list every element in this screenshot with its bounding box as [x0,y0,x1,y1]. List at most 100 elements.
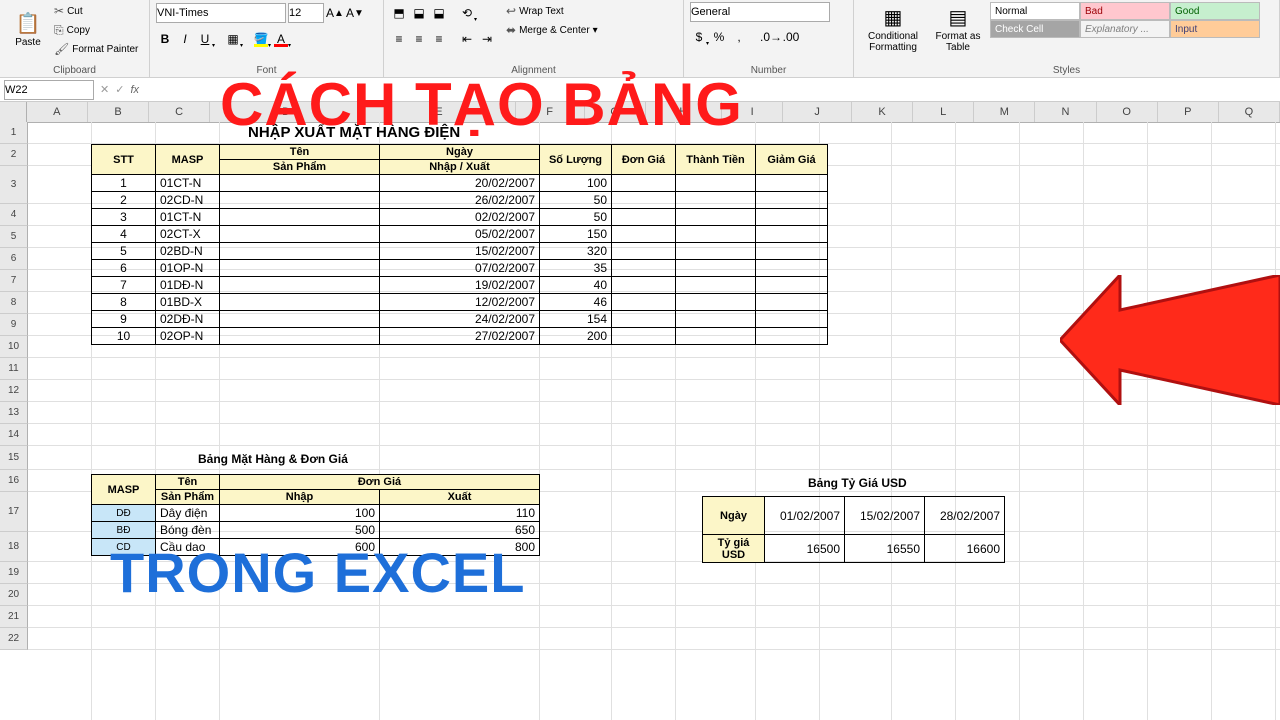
align-bottom-button[interactable]: ⬓ [430,4,448,22]
style-check-cell[interactable]: Check Cell [990,20,1080,38]
cell-thanhtien[interactable] [676,294,756,311]
formula-input[interactable] [145,80,1280,100]
col-header-extra[interactable]: P [1158,102,1219,122]
align-top-button[interactable]: ⬒ [390,4,408,22]
cut-button[interactable]: ✂Cut [54,2,138,20]
decrease-indent-button[interactable]: ⇤ [458,30,476,48]
cell-xuat[interactable]: 650 [380,522,540,539]
cell-giamgia[interactable] [756,294,828,311]
spreadsheet-grid[interactable]: ABCDEFGHIJKLMNOPQ 1234567891011121314151… [0,102,1280,720]
cell-sl[interactable]: 46 [540,294,612,311]
cell-dongia[interactable] [612,311,676,328]
row-header-6[interactable]: 6 [0,248,28,270]
cell-stt[interactable]: 2 [92,192,156,209]
cell-name[interactable]: Dây điện [156,505,220,522]
row-header-16[interactable]: 16 [0,470,28,492]
col-header-E[interactable]: E [363,102,516,122]
cell-giamgia[interactable] [756,311,828,328]
cell-dongia[interactable] [612,192,676,209]
fx-icon[interactable]: fx [130,84,139,96]
cell-ngay[interactable]: 07/02/2007 [380,260,540,277]
cell-code[interactable]: CD [92,539,156,556]
col-header-K[interactable]: K [852,102,913,122]
row-header-1[interactable]: 1 [0,122,28,144]
cell-sl[interactable]: 200 [540,328,612,345]
row-header-11[interactable]: 11 [0,358,28,380]
col-header-J[interactable]: J [783,102,852,122]
cell-xuat[interactable]: 800 [380,539,540,556]
cell-name[interactable]: Bóng đèn [156,522,220,539]
cell-dongia[interactable] [612,209,676,226]
row-header-13[interactable]: 13 [0,402,28,424]
font-size-select[interactable] [288,3,324,23]
cell-stt[interactable]: 6 [92,260,156,277]
increase-font-button[interactable]: A▲ [326,4,344,22]
fill-color-button[interactable]: 🪣▾ [252,30,270,48]
cell-giamgia[interactable] [756,243,828,260]
cell-giamgia[interactable] [756,277,828,294]
cell-ngay[interactable]: 26/02/2007 [380,192,540,209]
row-header-10[interactable]: 10 [0,336,28,358]
row-header-8[interactable]: 8 [0,292,28,314]
cell-giamgia[interactable] [756,209,828,226]
row-header-19[interactable]: 19 [0,562,28,584]
select-all-corner[interactable] [0,102,27,122]
underline-button[interactable]: U▾ [196,30,214,48]
col-header-M[interactable]: M [974,102,1035,122]
bold-button[interactable]: B [156,30,174,48]
cell-stt[interactable]: 3 [92,209,156,226]
cell-sl[interactable]: 35 [540,260,612,277]
cell-sl[interactable]: 50 [540,209,612,226]
cell-code[interactable]: BĐ [92,522,156,539]
conditional-formatting-button[interactable]: ▦ Conditional Formatting [860,2,926,58]
cell-masp[interactable]: 02BD-N [156,243,220,260]
confirm-formula-icon[interactable]: ✓ [115,83,124,96]
row-header-18[interactable]: 18 [0,532,28,562]
cell-ten[interactable] [220,294,380,311]
percent-button[interactable]: % [710,28,728,46]
cell-masp[interactable]: 01CT-N [156,175,220,192]
cell-sl[interactable]: 154 [540,311,612,328]
copy-button[interactable]: ⎘Copy [54,21,138,39]
cell-masp[interactable]: 01BD-X [156,294,220,311]
cell-giamgia[interactable] [756,175,828,192]
cell-ngay[interactable]: 24/02/2007 [380,311,540,328]
col-header-F[interactable]: F [516,102,585,122]
column-headers[interactable]: ABCDEFGHIJKLMNOPQ [0,102,1280,123]
col-header-A[interactable]: A [27,102,88,122]
cell-ten[interactable] [220,311,380,328]
cell-thanhtien[interactable] [676,209,756,226]
cell-thanhtien[interactable] [676,328,756,345]
cell-ngay[interactable]: 05/02/2007 [380,226,540,243]
row-header-7[interactable]: 7 [0,270,28,292]
cell-thanhtien[interactable] [676,226,756,243]
cell-ten[interactable] [220,226,380,243]
col-header-extra[interactable]: O [1097,102,1158,122]
font-color-button[interactable]: A▾ [272,30,290,48]
row-header-2[interactable]: 2 [0,144,28,166]
cell-giamgia[interactable] [756,192,828,209]
align-center-button[interactable]: ≡ [410,30,428,48]
cell-masp[interactable]: 02OP-N [156,328,220,345]
style-normal[interactable]: Normal [990,2,1080,20]
cell-ngay[interactable]: 12/02/2007 [380,294,540,311]
decrease-font-button[interactable]: A▼ [346,4,364,22]
col-header-L[interactable]: L [913,102,974,122]
cell-sl[interactable]: 150 [540,226,612,243]
cell-thanhtien[interactable] [676,175,756,192]
cell-thanhtien[interactable] [676,260,756,277]
row-header-5[interactable]: 5 [0,226,28,248]
decrease-decimal-button[interactable]: .00 [782,28,800,46]
col-header-C[interactable]: C [149,102,210,122]
row-headers[interactable]: 12345678910111213141516171819202122 [0,122,28,650]
cell-ten[interactable] [220,260,380,277]
cell-sl[interactable]: 50 [540,192,612,209]
col-header-G[interactable]: G [585,102,646,122]
cell-nhap[interactable]: 500 [220,522,380,539]
cell-dongia[interactable] [612,328,676,345]
border-button[interactable]: ▦▾ [224,30,242,48]
cell-ngay[interactable]: 15/02/2007 [380,243,540,260]
accounting-format-button[interactable]: $▾ [690,28,708,46]
row-header-17[interactable]: 17 [0,492,28,532]
col-header-D[interactable]: D [210,102,363,122]
